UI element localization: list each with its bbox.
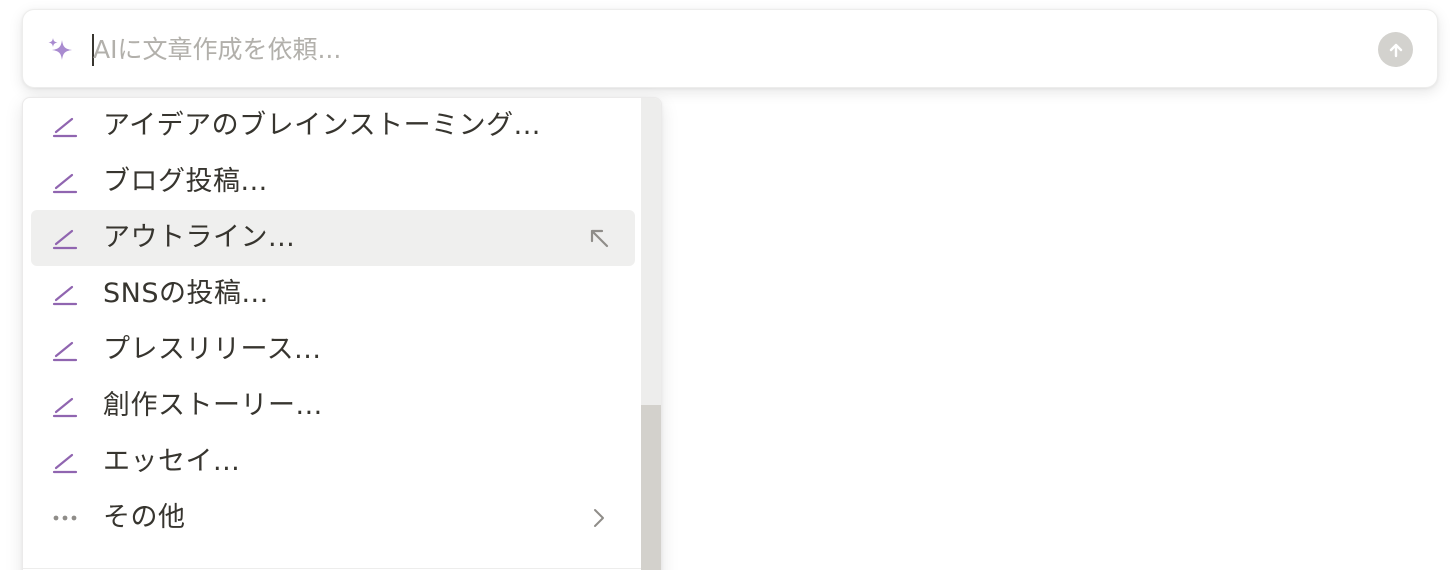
menu-item-outline[interactable]: アウトライン... [31, 210, 635, 266]
menu-item-social-post[interactable]: SNSの投稿... [31, 266, 635, 322]
pen-icon [52, 341, 78, 362]
menu-list: アイデアのブレインストーミング... ブログ投稿... アウトライン... SN… [23, 98, 643, 570]
arrow-up-circle-icon [1389, 43, 1402, 57]
menu-item-label: プレスリリース... [103, 334, 322, 365]
ai-writer-overlay: アイデアのブレインストーミング... ブログ投稿... アウトライン... [0, 0, 1450, 570]
pen-icon [52, 229, 78, 250]
menu-divider [23, 568, 643, 569]
send-button[interactable] [1378, 32, 1413, 67]
ai-prompt-bar [22, 9, 1438, 88]
ellipsis-icon [53, 515, 77, 521]
ai-command-menu: アイデアのブレインストーミング... ブログ投稿... アウトライン... SN… [22, 97, 662, 570]
ai-prompt-input[interactable] [93, 26, 1343, 72]
menu-item-label: アウトライン... [103, 222, 296, 253]
pen-icon [52, 397, 78, 418]
menu-item-label: ブログ投稿... [103, 166, 268, 197]
arrow-up-left-icon [590, 229, 609, 248]
menu-item-label: 創作ストーリー... [103, 390, 323, 421]
chevron-right-icon [594, 509, 604, 527]
menu-item-more[interactable]: その他 [31, 490, 635, 546]
menu-item-label: アイデアのブレインストーミング... [103, 110, 541, 141]
menu-item-label: エッセイ... [103, 446, 241, 477]
menu-item-press-release[interactable]: プレスリリース... [31, 322, 635, 378]
pen-icon [52, 117, 78, 138]
menu-scrollbar-thumb[interactable] [641, 405, 661, 570]
menu-item-essay[interactable]: エッセイ... [31, 434, 635, 490]
menu-item-label: その他 [103, 502, 186, 533]
menu-scrollbar-track[interactable] [641, 98, 661, 570]
menu-item-label: SNSの投稿... [103, 278, 269, 309]
pen-icon [52, 173, 78, 194]
pen-icon [52, 453, 78, 474]
menu-item-blog-post[interactable]: ブログ投稿... [31, 154, 635, 210]
pen-icon [52, 285, 78, 306]
menu-item-creative-story[interactable]: 創作ストーリー... [31, 378, 635, 434]
sparkle-icon [48, 38, 72, 60]
menu-item-brainstorm[interactable]: アイデアのブレインストーミング... [31, 98, 635, 154]
